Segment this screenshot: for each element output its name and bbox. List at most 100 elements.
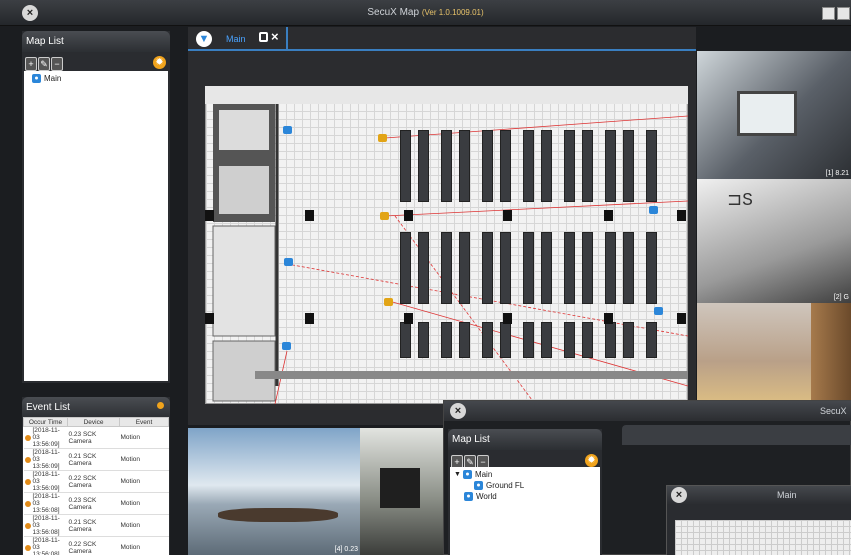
tree-item-ground-fl[interactable]: ● Ground FL bbox=[454, 480, 596, 491]
event-status-icon bbox=[24, 500, 31, 507]
tree-item-label: Main bbox=[44, 74, 62, 83]
event-status-icon bbox=[24, 522, 31, 529]
pillar bbox=[677, 210, 686, 221]
close-icon[interactable]: × bbox=[450, 403, 466, 419]
map-pin-icon: ● bbox=[474, 481, 483, 490]
server-rack bbox=[400, 322, 411, 358]
minimize-button[interactable] bbox=[822, 7, 835, 20]
event-time: [2018-11-03 13:56:08] bbox=[32, 537, 60, 555]
save-icon[interactable] bbox=[259, 32, 268, 42]
camera-feed-1-label: [1] 8.21 bbox=[825, 170, 849, 177]
server-rack bbox=[582, 322, 593, 358]
close-tab-icon[interactable]: × bbox=[271, 29, 279, 44]
nested-floor-plan[interactable] bbox=[675, 520, 851, 555]
delete-map-icon[interactable]: − bbox=[51, 57, 63, 71]
server-rack bbox=[482, 130, 493, 202]
event-type-cell: Motion bbox=[119, 448, 169, 471]
second-map-tab-bar bbox=[622, 425, 851, 445]
room-block-1-lower bbox=[219, 166, 269, 214]
event-device-cell: 0.22 SCK Camera bbox=[67, 470, 120, 493]
event-row[interactable]: [2018-11-03 13:56:09] 0.23 SCK Camera Moti… bbox=[23, 426, 169, 449]
tab-divider bbox=[286, 27, 288, 49]
server-rack bbox=[523, 322, 534, 358]
top-wall bbox=[205, 86, 688, 104]
server-rack bbox=[400, 130, 411, 202]
gear-icon[interactable]: ✹ bbox=[153, 56, 166, 69]
camera-feed-5[interactable] bbox=[360, 428, 443, 555]
event-type-cell: Motion bbox=[119, 426, 169, 449]
second-map-list-title: Map List bbox=[452, 434, 490, 445]
event-device-cell: 0.21 SCK Camera bbox=[67, 448, 120, 471]
event-row[interactable]: [2018-11-03 13:56:09] 0.22 SCK Camera Moti… bbox=[23, 470, 169, 493]
server-rack bbox=[582, 130, 593, 202]
nested-window-title: Main bbox=[777, 490, 797, 500]
camera-icon-active[interactable] bbox=[384, 298, 393, 306]
camera-icon[interactable] bbox=[654, 307, 663, 315]
edit-map-icon[interactable]: ✎ bbox=[38, 57, 50, 71]
restore-button[interactable] bbox=[837, 7, 850, 20]
event-row[interactable]: [2018-11-03 13:56:08] 0.22 SCK Camera Moti… bbox=[23, 536, 169, 555]
event-status-icon bbox=[24, 434, 31, 441]
column-header-device[interactable]: Device bbox=[67, 417, 120, 427]
pillar bbox=[205, 210, 214, 221]
server-rack bbox=[541, 232, 552, 304]
event-status-icon bbox=[24, 456, 31, 463]
tree-item-world[interactable]: ● World bbox=[454, 491, 596, 502]
server-rack bbox=[441, 232, 452, 304]
app-version: (Ver 1.0.1009.01) bbox=[421, 8, 484, 17]
camera-feed-4[interactable]: [4] 0.23 bbox=[188, 428, 360, 555]
expand-icon[interactable]: ▼ bbox=[454, 471, 461, 478]
camera-feed-1[interactable]: [1] 8.21 bbox=[697, 51, 851, 179]
camera-icon-active[interactable] bbox=[380, 212, 389, 220]
app-window: × SecuX Map (Ver 1.0.1009.01) Map List +… bbox=[0, 0, 851, 555]
room-block-2 bbox=[212, 225, 276, 337]
event-row[interactable]: [2018-11-03 13:56:08] 0.21 SCK Camera Moti… bbox=[23, 514, 169, 537]
pillar bbox=[205, 313, 214, 324]
event-list-panel: Event List Occur Time Device Event [2018… bbox=[22, 397, 170, 555]
camera-icon[interactable] bbox=[649, 206, 658, 214]
gear-icon[interactable]: ✹ bbox=[585, 454, 598, 467]
server-rack bbox=[500, 322, 511, 358]
tree-item-label: World bbox=[476, 492, 497, 501]
tab-main[interactable]: Main bbox=[226, 34, 246, 44]
pillar bbox=[677, 313, 686, 324]
map-list-panel: Map List + ✎ − ✹ ● Main bbox=[22, 31, 170, 383]
event-row[interactable]: [2018-11-03 13:56:09] 0.21 SCK Camera Moti… bbox=[23, 448, 169, 471]
map-tab-bar: ▼ Main × bbox=[188, 27, 696, 51]
close-icon[interactable]: × bbox=[671, 487, 687, 503]
event-type-cell: Motion bbox=[119, 536, 169, 555]
server-rack bbox=[523, 130, 534, 202]
camera-line-2 bbox=[384, 200, 688, 217]
pillar bbox=[503, 313, 512, 324]
server-rack bbox=[441, 322, 452, 358]
camera-icon-active[interactable] bbox=[378, 134, 387, 142]
event-table: Occur Time Device Event [2018-11-03 13:5… bbox=[23, 417, 169, 555]
server-rack bbox=[400, 232, 411, 304]
add-map-icon[interactable]: + bbox=[25, 57, 37, 71]
server-rack bbox=[646, 130, 657, 202]
server-rack bbox=[459, 322, 470, 358]
column-header-occur-time[interactable]: Occur Time bbox=[23, 417, 68, 427]
pillar bbox=[503, 210, 512, 221]
camera-icon[interactable] bbox=[282, 342, 291, 350]
map-home-icon[interactable]: ▼ bbox=[196, 31, 212, 47]
camera-feed-2[interactable]: ⊐S [2] G bbox=[697, 179, 851, 303]
server-rack bbox=[418, 232, 429, 304]
column-header-event[interactable]: Event bbox=[119, 417, 169, 427]
tree-item-main[interactable]: ▼ ● Main bbox=[454, 469, 596, 480]
second-map-list-panel: Map List + ✎ − ✹ ▼ ● Main ● Ground FL ● Wo… bbox=[448, 429, 602, 555]
event-row[interactable]: [2018-11-03 13:56:08] 0.23 SCK Camera Moti… bbox=[23, 492, 169, 515]
server-rack bbox=[623, 232, 634, 304]
server-rack bbox=[564, 130, 575, 202]
server-rack bbox=[459, 130, 470, 202]
event-device-cell: 0.22 SCK Camera bbox=[67, 536, 120, 555]
camera-icon[interactable] bbox=[283, 126, 292, 134]
camera-icon[interactable] bbox=[284, 258, 293, 266]
app-title: SecuX Map bbox=[367, 7, 420, 18]
camera-feed-3[interactable] bbox=[697, 303, 851, 400]
tree-item-main[interactable]: ● Main bbox=[32, 73, 160, 84]
tree-item-label: Ground FL bbox=[486, 481, 525, 490]
event-time: [2018-11-03 13:56:09] bbox=[32, 427, 60, 448]
event-list-title: Event List bbox=[26, 402, 70, 413]
nested-window-titlebar: × Main bbox=[667, 486, 851, 504]
